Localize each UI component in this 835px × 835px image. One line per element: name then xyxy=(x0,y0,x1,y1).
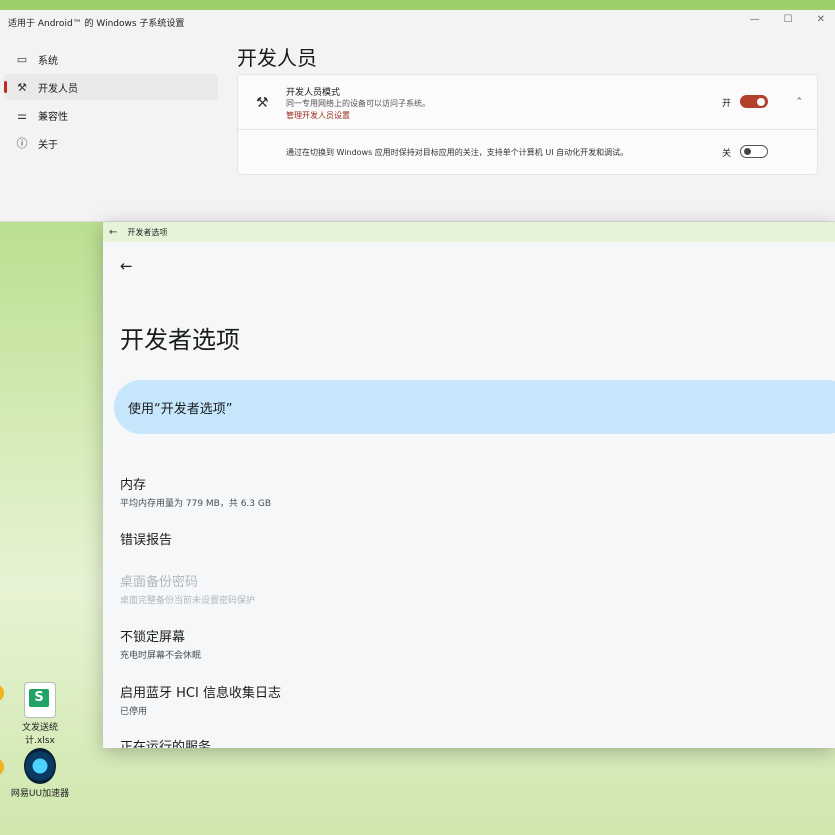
desktop-icon-uu[interactable]: 网易UU加速器 xyxy=(10,748,70,799)
pref-backup-password: 桌面备份密码 桌面完整备份当前未设置密码保护 xyxy=(120,571,255,606)
developer-mode-card: ⚒ 开发人员模式 同一专用网络上的设备可以访问子系统。 管理开发人员设置 开 ⌃ xyxy=(237,74,818,130)
maximize-button[interactable]: ☐ xyxy=(784,14,793,25)
close-button[interactable]: ✕ xyxy=(817,14,825,25)
android-titlebar: ← 开发者选项 xyxy=(103,222,835,242)
chevron-up-icon[interactable]: ⌃ xyxy=(795,97,803,107)
xlsx-icon xyxy=(24,682,56,718)
nav-item-compatibility[interactable]: ⚌ 兼容性 xyxy=(4,102,218,128)
wsa-settings-window: 适用于 Android™ 的 Windows 子系统设置 — ☐ ✕ ▭ 系统 … xyxy=(0,10,835,222)
desktop-icon-xlsx[interactable]: 文发送统计.xlsx xyxy=(10,682,70,746)
monitor-icon: ▭ xyxy=(16,52,28,66)
setting-description: 同一专用网络上的设备可以访问子系统。 xyxy=(286,99,430,108)
uu-accelerator-icon xyxy=(24,748,56,784)
android-window-title: 开发者选项 xyxy=(127,227,168,237)
toggle-state-label: 开 xyxy=(722,99,732,109)
back-arrow-icon[interactable]: ← xyxy=(109,227,117,238)
tools-icon: ⚒ xyxy=(17,80,27,94)
pref-running-services[interactable]: 正在运行的服务 xyxy=(120,736,211,748)
nav-item-label: 兼容性 xyxy=(38,111,68,123)
tools-icon: ⚒ xyxy=(256,95,269,111)
pref-title: 内存 xyxy=(120,478,147,493)
pref-summary: 已停用 xyxy=(120,707,148,717)
nav-item-system[interactable]: ▭ 系统 xyxy=(4,46,218,72)
master-switch-label: 使用“开发者选项” xyxy=(128,402,233,417)
window-controls: — ☐ ✕ xyxy=(750,14,825,25)
sliders-icon: ⚌ xyxy=(17,108,27,122)
developer-mode-toggle[interactable] xyxy=(740,95,768,108)
page-title: 开发者选项 xyxy=(120,326,240,354)
pref-summary: 桌面完整备份当前未设置密码保护 xyxy=(120,596,256,606)
pref-title: 桌面备份密码 xyxy=(120,575,199,590)
back-arrow-icon[interactable]: ← xyxy=(120,257,133,275)
setting-title: 开发人员模式 xyxy=(286,88,341,98)
desktop-icon-partial[interactable] xyxy=(0,684,4,702)
focus-setting-card: 通过在切换到 Windows 应用时保持对目标应用的关注，支持单个计算机 UI … xyxy=(237,130,818,175)
manage-dev-settings-link[interactable]: 管理开发人员设置 xyxy=(286,110,350,121)
nav-item-label: 系统 xyxy=(38,55,58,67)
settings-nav: ▭ 系统 ⚒ 开发人员 ⚌ 兼容性 ⓘ 关于 xyxy=(4,46,218,158)
pref-summary: 充电时屏幕不会休眠 xyxy=(120,651,202,661)
toggle-state-label: 关 xyxy=(722,149,732,159)
window-title: 适用于 Android™ 的 Windows 子系统设置 xyxy=(8,18,185,29)
pref-memory[interactable]: 内存 平均内存用量为 779 MB，共 6.3 GB xyxy=(120,474,271,509)
focus-setting-toggle[interactable] xyxy=(740,145,768,158)
pref-summary: 平均内存用量为 779 MB，共 6.3 GB xyxy=(120,499,272,509)
nav-item-about[interactable]: ⓘ 关于 xyxy=(4,130,218,156)
desktop-icon-label: 文发送统计.xlsx xyxy=(21,723,58,746)
nav-item-developer[interactable]: ⚒ 开发人员 xyxy=(4,74,218,100)
pref-title: 正在运行的服务 xyxy=(120,740,212,748)
pref-title: 错误报告 xyxy=(120,533,173,548)
pref-bluetooth-hci-log[interactable]: 启用蓝牙 HCI 信息收集日志 已停用 xyxy=(120,682,281,717)
page-title: 开发人员 xyxy=(237,46,317,70)
info-icon: ⓘ xyxy=(16,137,28,150)
pref-stay-awake[interactable]: 不锁定屏幕 充电时屏幕不会休眠 xyxy=(120,626,201,661)
minimize-button[interactable]: — xyxy=(750,14,760,25)
desktop-icon-partial[interactable] xyxy=(0,758,4,776)
android-settings-window: ← 开发者选项 ← 开发者选项 使用“开发者选项” 内存 平均内存用量为 779… xyxy=(103,222,835,748)
developer-options-master-switch[interactable]: 使用“开发者选项” xyxy=(114,380,835,434)
nav-item-label: 关于 xyxy=(38,139,58,151)
pref-title: 启用蓝牙 HCI 信息收集日志 xyxy=(120,686,281,701)
setting-description: 通过在切换到 Windows 应用时保持对目标应用的关注，支持单个计算机 UI … xyxy=(286,148,629,157)
pref-bug-report[interactable]: 错误报告 xyxy=(120,529,172,548)
desktop-icon-label: 网易UU加速器 xyxy=(10,789,70,799)
pref-title: 不锁定屏幕 xyxy=(120,630,186,645)
nav-item-label: 开发人员 xyxy=(38,83,78,95)
